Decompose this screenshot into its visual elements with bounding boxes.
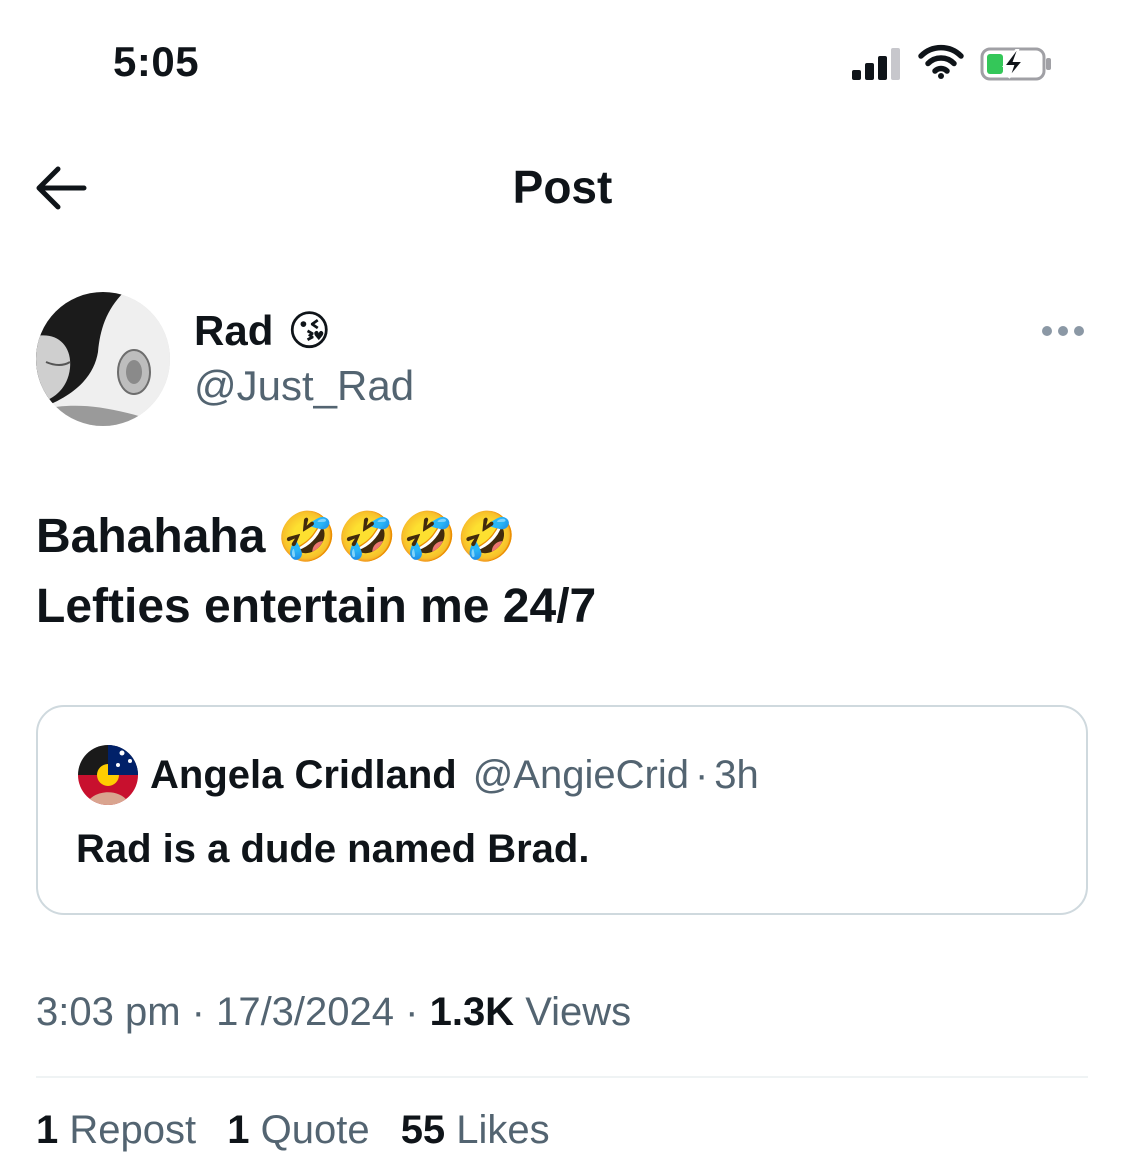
author-name[interactable]: Rad 😘 xyxy=(194,306,331,355)
tweet-line-1: Bahahaha 🤣🤣🤣🤣 xyxy=(36,502,596,572)
views-label: Views xyxy=(514,990,632,1034)
quoted-author-name: Angela Cridland xyxy=(150,753,457,797)
meta-separator: · xyxy=(180,990,217,1034)
quoted-avatar xyxy=(78,745,138,805)
author-name-text: Rad xyxy=(194,306,274,354)
signal-icon xyxy=(852,48,900,80)
wifi-icon xyxy=(918,44,964,79)
quoted-header: Angela Cridland @AngieCrid · 3h xyxy=(150,753,759,798)
likes-stat[interactable]: 55 Likes xyxy=(401,1108,550,1152)
kiss-emoji: 😘 xyxy=(287,306,332,355)
views-count: 1.3K xyxy=(429,990,515,1034)
divider xyxy=(36,1076,1088,1078)
reposts-stat[interactable]: 1 Repost xyxy=(36,1108,196,1152)
quotes-stat[interactable]: 1 Quote xyxy=(227,1108,369,1152)
author-handle[interactable]: @Just_Rad xyxy=(194,362,414,410)
quoted-text: Rad is a dude named Brad. xyxy=(76,827,590,871)
page-title: Post xyxy=(512,161,613,213)
tweet-text: Bahahaha 🤣🤣🤣🤣 Lefties entertain me 24/7 xyxy=(36,502,596,642)
status-time: 5:05 xyxy=(113,38,200,85)
avatar[interactable] xyxy=(36,292,170,426)
post-time: 3:03 pm xyxy=(36,990,181,1034)
more-icon[interactable] xyxy=(1040,314,1086,348)
tweet-line-2: Lefties entertain me 24/7 xyxy=(36,580,597,633)
reposts-count: 1 xyxy=(36,1108,59,1152)
post-meta: 3:03 pm · 17/3/2024 · 1.3K Views xyxy=(36,990,631,1035)
quotes-count: 1 xyxy=(227,1108,250,1152)
post-date: 17/3/2024 xyxy=(216,990,395,1034)
quotes-label: Quote xyxy=(249,1108,370,1152)
quoted-age: 3h xyxy=(714,753,759,797)
likes-count: 55 xyxy=(400,1108,446,1152)
likes-label: Likes xyxy=(445,1108,550,1152)
reposts-label: Repost xyxy=(58,1108,197,1152)
avatar-image xyxy=(36,292,170,426)
quoted-post-card[interactable]: Angela Cridland @AngieCrid · 3h Rad is a… xyxy=(36,705,1088,915)
meta-separator: · xyxy=(394,990,430,1034)
battery-charging-icon xyxy=(980,47,1051,81)
laughing-emoji: 🤣🤣🤣🤣 xyxy=(277,509,517,565)
quoted-author-handle: @AngieCrid xyxy=(472,753,689,797)
tweet-line-1-text: Bahahaha xyxy=(36,510,266,563)
quoted-separator: · xyxy=(694,753,709,797)
